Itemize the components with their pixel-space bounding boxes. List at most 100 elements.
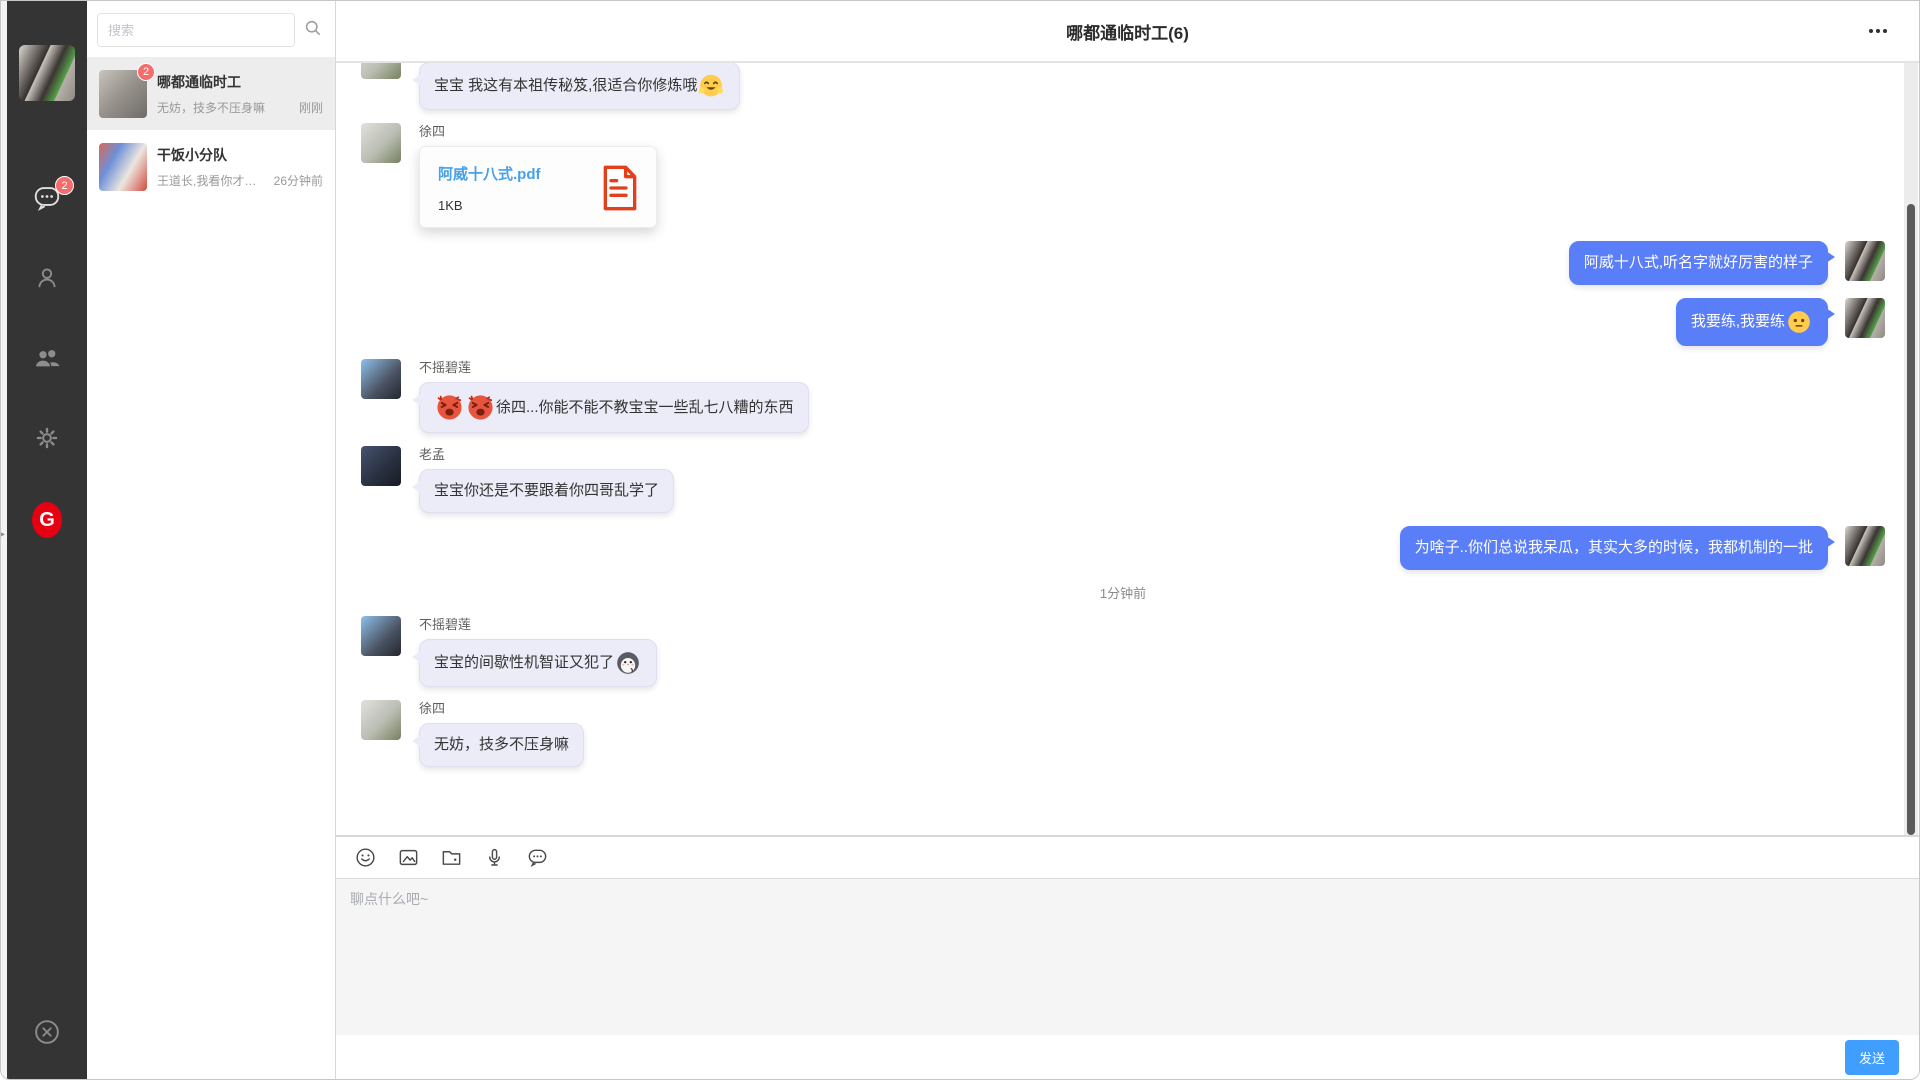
message-area: 宝宝 我这有本祖传秘笈,很适合你修炼哦 徐四阿威十八式.pdf1KB阿威十八式,… <box>336 63 1919 835</box>
message-row: 老孟宝宝你还是不要跟着你四哥乱学了 <box>361 446 1885 513</box>
message-bubble[interactable]: 无妨，技多不压身嘛 <box>419 723 584 767</box>
send-button[interactable]: 发送 <box>1845 1040 1899 1075</box>
folder-icon[interactable] <box>439 846 463 870</box>
close-icon <box>33 1018 61 1051</box>
logo-g-icon: G <box>32 502 62 538</box>
message-author: 不摇碧莲 <box>419 359 471 377</box>
file-size: 1KB <box>438 198 541 213</box>
message-text: 徐四...你能不能不教宝宝一些乱七八糟的东西 <box>496 397 794 419</box>
conversation-preview: 无妨，技多不压身嘛 <box>157 99 295 116</box>
angry-face-emoji <box>435 393 464 422</box>
message-input[interactable] <box>336 879 1919 1035</box>
message-row: 阿威十八式,听名字就好厉害的样子 <box>361 241 1885 285</box>
chat-title: 哪都通临时工(6) <box>1066 19 1189 44</box>
composer: 发送 <box>336 835 1919 1079</box>
sidebar-item-contacts[interactable] <box>32 265 62 295</box>
message-body: 老孟宝宝你还是不要跟着你四哥乱学了 <box>419 446 674 513</box>
conversation-title: 哪都通临时工 <box>157 72 323 92</box>
blank-face-emoji <box>1786 309 1812 335</box>
message-row: 徐四阿威十八式.pdf 1KB <box>361 123 1885 228</box>
pdf-file-icon <box>600 163 640 213</box>
sidebar-item-chats[interactable]: 2 <box>32 185 62 215</box>
mic-icon[interactable] <box>482 846 506 870</box>
message-avatar[interactable] <box>361 359 401 399</box>
file-name-link[interactable]: 阿威十八式.pdf <box>438 163 541 184</box>
conversation-time: 刚刚 <box>299 99 323 116</box>
message-body: 不摇碧莲宝宝的间歇性机智证又犯了 <box>419 616 657 687</box>
emoji-icon[interactable] <box>353 846 377 870</box>
message-row: 我要练,我要练 <box>361 298 1885 346</box>
input-zone <box>336 879 1919 1035</box>
message-avatar[interactable] <box>1845 298 1885 338</box>
chat-main-panel: 哪都通临时工(6) 宝宝 我这有本祖传秘笈,很适合你修炼哦 徐四阿威十八式.pd… <box>336 1 1919 1079</box>
search-button[interactable] <box>301 13 325 47</box>
hugging-face-emoji <box>698 73 724 99</box>
message-bubble[interactable]: 宝宝的间歇性机智证又犯了 <box>419 639 657 687</box>
conversation-time: 26分钟前 <box>274 172 323 189</box>
message-avatar[interactable] <box>361 63 401 79</box>
send-bar: 发送 <box>336 1035 1919 1079</box>
message-bubble[interactable]: 阿威十八式,听名字就好厉害的样子 <box>1569 241 1828 285</box>
message-avatar[interactable] <box>361 123 401 163</box>
message-avatar[interactable] <box>361 446 401 486</box>
more-icon[interactable] <box>1863 23 1893 39</box>
chat-dots-icon[interactable] <box>525 846 549 870</box>
chat-scrollbar[interactable] <box>1904 63 1918 835</box>
sidebar-item-settings[interactable] <box>32 425 62 455</box>
message-avatar[interactable] <box>1845 526 1885 566</box>
message-row: 徐四无妨，技多不压身嘛 <box>361 700 1885 767</box>
message-text: 我要练,我要练 <box>1691 311 1785 333</box>
message-author: 徐四 <box>419 700 445 718</box>
message-text: 宝宝你还是不要跟着你四哥乱学了 <box>434 480 659 502</box>
message-avatar[interactable] <box>1845 241 1885 281</box>
message-avatar[interactable] <box>361 616 401 656</box>
user-avatar[interactable] <box>19 45 75 101</box>
message-body: 我要练,我要练 <box>1676 298 1828 346</box>
message-bubble[interactable]: 为啥子..你们总说我呆瓜，其实大多的时候，我都机制的一批 <box>1400 526 1828 570</box>
message-author: 老孟 <box>419 446 445 464</box>
composer-toolbar <box>336 837 1919 879</box>
chat-list-item[interactable]: 干饭小分队王道长,我看你才…26分钟前 <box>87 130 335 203</box>
chat-list-item[interactable]: 2哪都通临时工无妨，技多不压身嘛刚刚 <box>87 57 335 130</box>
chat-scrollbar-thumb[interactable] <box>1907 204 1915 835</box>
message-body: 为啥子..你们总说我呆瓜，其实大多的时候，我都机制的一批 <box>1400 526 1828 570</box>
chat-app-window: ▸ 2 <box>0 0 1920 1080</box>
message-body: 徐四阿威十八式.pdf 1KB <box>419 123 657 228</box>
message-text: 无妨，技多不压身嘛 <box>434 734 569 756</box>
file-info: 阿威十八式.pdf 1KB <box>438 163 541 213</box>
message-bubble[interactable]: 徐四...你能不能不教宝宝一些乱七八糟的东西 <box>419 382 809 433</box>
unread-badge: 2 <box>55 176 74 195</box>
image-icon[interactable] <box>396 846 420 870</box>
search-input[interactable] <box>97 13 295 47</box>
chat-list: 2哪都通临时工无妨，技多不压身嘛刚刚干饭小分队王道长,我看你才…26分钟前 <box>87 57 335 203</box>
message-bubble[interactable]: 宝宝 我这有本祖传秘笈,很适合你修炼哦 <box>419 63 740 110</box>
message-row: 宝宝 我这有本祖传秘笈,很适合你修炼哦 <box>361 63 1885 110</box>
unread-badge: 2 <box>137 63 155 81</box>
message-avatar[interactable] <box>361 700 401 740</box>
sidebar-item-groups[interactable] <box>32 345 62 375</box>
nav-sidebar: 2 <box>7 1 87 1079</box>
conversation-preview: 王道长,我看你才… <box>157 172 270 189</box>
message-row: 为啥子..你们总说我呆瓜，其实大多的时候，我都机制的一批 <box>361 526 1885 570</box>
message-author: 徐四 <box>419 123 445 141</box>
sidebar-item-close[interactable] <box>32 1019 62 1049</box>
conversation-avatar <box>99 143 147 191</box>
message-body: 徐四无妨，技多不压身嘛 <box>419 700 584 767</box>
chat-header: 哪都通临时工(6) <box>336 1 1919 63</box>
conversation-list-panel: 2哪都通临时工无妨，技多不压身嘛刚刚干饭小分队王道长,我看你才…26分钟前 <box>87 1 336 1079</box>
sidebar-item-logo[interactable]: G <box>32 505 62 535</box>
group-icon <box>32 343 62 378</box>
settings-icon <box>33 424 61 457</box>
message-text: 为啥子..你们总说我呆瓜，其实大多的时候，我都机制的一批 <box>1415 537 1813 559</box>
message-text: 阿威十八式,听名字就好厉害的样子 <box>1584 252 1813 274</box>
file-message-card[interactable]: 阿威十八式.pdf 1KB <box>419 146 657 228</box>
conversation-info: 干饭小分队王道长,我看你才…26分钟前 <box>157 145 323 189</box>
message-text: 宝宝 我这有本祖传秘笈,很适合你修炼哦 <box>434 75 697 97</box>
message-bubble[interactable]: 我要练,我要练 <box>1676 298 1828 346</box>
collapse-handle-icon[interactable]: ▸ <box>0 529 5 540</box>
message-bubble[interactable]: 宝宝你还是不要跟着你四哥乱学了 <box>419 469 674 513</box>
penguin-emoji <box>615 650 641 676</box>
search-icon <box>303 18 323 43</box>
message-row: 不摇碧莲 徐四...你能不能不教宝宝一些乱七八糟的东西 <box>361 359 1885 433</box>
message-text: 宝宝的间歇性机智证又犯了 <box>434 652 614 674</box>
